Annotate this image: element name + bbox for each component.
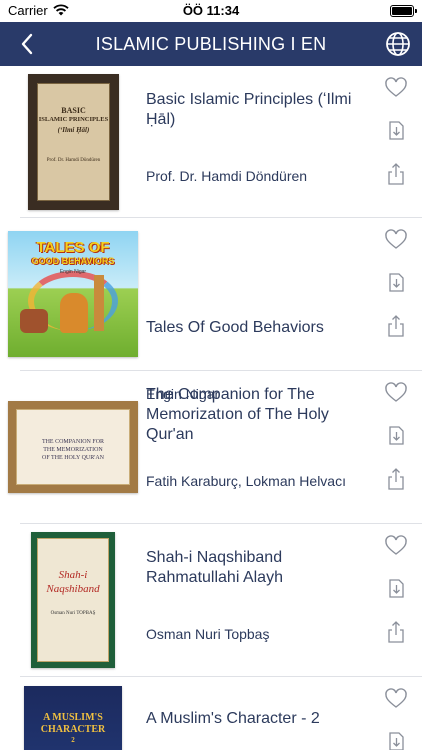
- list-item[interactable]: Shah-i Naqshiband Osman Nuri TOPBAŞ Shah…: [0, 524, 422, 677]
- cover-title-line: THE MEMORIZATION: [43, 447, 103, 453]
- status-bar: Carrier ÖÖ 11:34: [0, 0, 422, 22]
- download-icon: [389, 579, 404, 598]
- cover-title-line: CHARACTER: [40, 724, 106, 735]
- book-cover[interactable]: A MUSLIM'S CHARACTER 2: [24, 686, 122, 750]
- list-item[interactable]: BASIC ISLAMIC PRINCIPLES (ʻIlmi Ḥāl) Pro…: [0, 66, 422, 218]
- book-cover[interactable]: TALES OF GOOD BEHAVIORS Engin Nigar: [8, 231, 138, 357]
- favorite-button[interactable]: [384, 228, 408, 252]
- book-title[interactable]: The Companion for The Memorizatıon of Th…: [146, 385, 371, 445]
- favorite-button[interactable]: [384, 534, 408, 558]
- book-title[interactable]: A Muslim's Character - 2: [146, 709, 371, 729]
- list-item[interactable]: THE COMPANION FOR THE MEMORIZATION OF TH…: [0, 371, 422, 524]
- list-item[interactable]: TALES OF GOOD BEHAVIORS Engin Nigar Tale…: [0, 218, 422, 402]
- favorite-button[interactable]: [384, 687, 408, 711]
- share-button[interactable]: [384, 620, 408, 644]
- download-button[interactable]: [384, 576, 408, 600]
- cover-author: Osman Nuri TOPBAŞ: [50, 611, 96, 616]
- favorite-button[interactable]: [384, 76, 408, 100]
- cover-title-line: OF THE HOLY QUR'AN: [42, 455, 104, 461]
- book-title[interactable]: Tales Of Good Behaviors: [146, 318, 371, 338]
- book-author: Osman Nuri Topbaş: [146, 626, 270, 642]
- navigation-bar: ISLAMIC PUBLISHING I EN: [0, 22, 422, 66]
- heart-icon: [385, 229, 407, 249]
- book-author: Prof. Dr. Hamdi Döndüren: [146, 168, 308, 184]
- cover-title-line: Naqshiband: [46, 583, 100, 595]
- download-button[interactable]: [384, 118, 408, 142]
- cover-title-line: A MUSLIM'S: [43, 712, 103, 723]
- book-cover[interactable]: Shah-i Naqshiband Osman Nuri TOPBAŞ: [31, 532, 115, 668]
- book-list: BASIC ISLAMIC PRINCIPLES (ʻIlmi Ḥāl) Pro…: [0, 66, 422, 750]
- status-time: ÖÖ 11:34: [182, 3, 240, 18]
- language-button[interactable]: [384, 30, 412, 58]
- share-button[interactable]: [384, 162, 408, 186]
- heart-icon: [385, 688, 407, 708]
- heart-icon: [385, 535, 407, 555]
- book-title[interactable]: Shah-i Naqshiband Rahmatullahi Alayh: [146, 548, 371, 588]
- cover-author: Prof. Dr. Hamdi Döndüren: [46, 158, 101, 163]
- book-author: Fatih Karaburç, Lokman Helvacı: [146, 473, 346, 489]
- heart-icon: [385, 77, 407, 97]
- list-item[interactable]: A MUSLIM'S CHARACTER 2 A Muslim's Charac…: [0, 677, 422, 750]
- share-icon: [388, 621, 404, 643]
- download-button[interactable]: [384, 270, 408, 294]
- cover-title-line: THE COMPANION FOR: [41, 439, 105, 445]
- page-title: ISLAMIC PUBLISHING I EN: [95, 34, 327, 54]
- cover-title-line: BASIC: [61, 106, 86, 115]
- download-button[interactable]: [384, 423, 408, 447]
- book-cover[interactable]: THE COMPANION FOR THE MEMORIZATION OF TH…: [8, 401, 138, 493]
- share-icon: [388, 315, 404, 337]
- globe-icon: [386, 32, 410, 56]
- download-icon: [389, 121, 404, 140]
- share-button[interactable]: [384, 314, 408, 338]
- cover-title-line: (ʻIlmi Ḥāl): [57, 126, 90, 134]
- battery-icon: [390, 5, 417, 17]
- cover-title-line: Shah-i: [58, 569, 88, 581]
- download-icon: [389, 273, 404, 292]
- cover-author: Engin Nigar: [59, 269, 87, 275]
- share-icon: [388, 468, 404, 490]
- download-icon: [389, 732, 404, 750]
- download-icon: [389, 426, 404, 445]
- cover-title-line: 2: [71, 736, 75, 744]
- book-title[interactable]: Basic Islamic Principles (ʻIlmi Ḥāl): [146, 90, 371, 130]
- share-button[interactable]: [384, 467, 408, 491]
- cover-title-line: ISLAMIC PRINCIPLES: [38, 116, 109, 123]
- favorite-button[interactable]: [384, 381, 408, 405]
- cover-title-line: TALES OF: [36, 239, 110, 256]
- download-button[interactable]: [384, 729, 408, 750]
- book-cover[interactable]: BASIC ISLAMIC PRINCIPLES (ʻIlmi Ḥāl) Pro…: [28, 74, 119, 210]
- share-icon: [388, 163, 404, 185]
- heart-icon: [385, 382, 407, 402]
- cover-title-line: GOOD BEHAVIORS: [31, 256, 115, 266]
